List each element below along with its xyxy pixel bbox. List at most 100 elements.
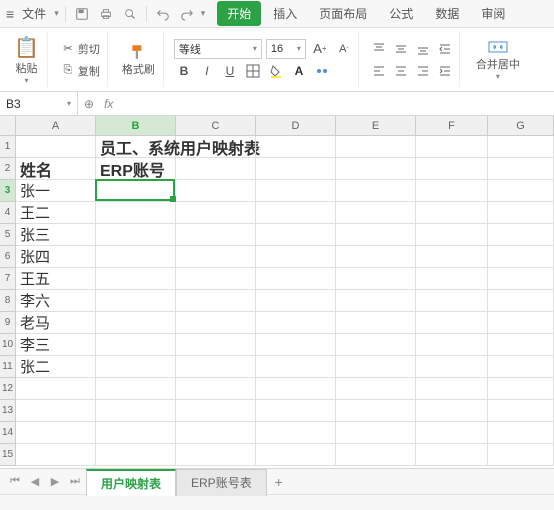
cell[interactable] — [176, 422, 256, 444]
row-header[interactable]: 2 — [0, 158, 16, 180]
cell[interactable] — [416, 400, 488, 422]
row-header[interactable]: 13 — [0, 400, 16, 422]
cell[interactable] — [96, 224, 176, 246]
formula-input[interactable] — [117, 92, 554, 115]
align-left-button[interactable] — [369, 61, 389, 81]
cell[interactable]: 张二 — [16, 356, 96, 378]
cell[interactable] — [96, 312, 176, 334]
cell[interactable] — [488, 356, 554, 378]
row-header[interactable]: 12 — [0, 378, 16, 400]
function-wizard-icon[interactable]: ⊕ — [78, 97, 100, 111]
cell[interactable] — [256, 312, 336, 334]
cell[interactable] — [416, 268, 488, 290]
font-color-button[interactable]: A — [289, 61, 309, 81]
font-size-select[interactable]: 16 ▾ — [266, 39, 306, 59]
cell[interactable] — [416, 356, 488, 378]
align-bottom-button[interactable] — [413, 39, 433, 59]
cell[interactable] — [488, 290, 554, 312]
cell[interactable] — [488, 202, 554, 224]
cell[interactable] — [336, 158, 416, 180]
column-header[interactable]: F — [416, 116, 488, 136]
row-header[interactable]: 4 — [0, 202, 16, 224]
select-all-corner[interactable] — [0, 116, 16, 136]
column-header[interactable]: G — [488, 116, 554, 136]
cell[interactable] — [96, 356, 176, 378]
cell[interactable] — [336, 334, 416, 356]
cell[interactable] — [16, 378, 96, 400]
cell[interactable] — [96, 400, 176, 422]
cell[interactable]: 李六 — [16, 290, 96, 312]
cell[interactable] — [176, 202, 256, 224]
cell[interactable] — [336, 202, 416, 224]
cell[interactable] — [416, 378, 488, 400]
cell[interactable] — [96, 290, 176, 312]
cell[interactable] — [256, 444, 336, 466]
cell[interactable] — [16, 422, 96, 444]
save-icon[interactable] — [72, 7, 92, 21]
row-header[interactable]: 8 — [0, 290, 16, 312]
cell[interactable] — [416, 334, 488, 356]
indent-increase-button[interactable] — [435, 61, 455, 81]
cell[interactable] — [336, 136, 416, 158]
cell[interactable] — [416, 158, 488, 180]
cell[interactable]: 李三 — [16, 334, 96, 356]
cell[interactable] — [176, 334, 256, 356]
cell[interactable] — [336, 422, 416, 444]
cell[interactable] — [416, 202, 488, 224]
cell[interactable] — [256, 268, 336, 290]
sheet-tab[interactable]: 用户映射表 — [86, 469, 176, 496]
row-header[interactable]: 10 — [0, 334, 16, 356]
cell[interactable] — [176, 290, 256, 312]
fill-color-button[interactable] — [266, 61, 286, 81]
ribbon-tab-4[interactable]: 数据 — [425, 1, 469, 26]
row-header[interactable]: 14 — [0, 422, 16, 444]
ribbon-tab-1[interactable]: 插入 — [263, 1, 307, 26]
cell[interactable] — [176, 246, 256, 268]
row-header[interactable]: 15 — [0, 444, 16, 466]
cell[interactable] — [336, 180, 416, 202]
cell[interactable] — [96, 202, 176, 224]
cell[interactable]: 张一 — [16, 180, 96, 202]
bold-button[interactable]: B — [174, 61, 194, 81]
row-header[interactable]: 7 — [0, 268, 16, 290]
effects-button[interactable] — [312, 61, 332, 81]
cell[interactable] — [256, 202, 336, 224]
cell[interactable] — [96, 268, 176, 290]
cell[interactable]: ERP账号 — [96, 158, 176, 180]
ribbon-tab-5[interactable]: 审阅 — [471, 1, 515, 26]
border-button[interactable] — [243, 61, 263, 81]
cell[interactable] — [176, 268, 256, 290]
cell[interactable] — [176, 180, 256, 202]
cell[interactable] — [416, 290, 488, 312]
cell[interactable] — [16, 136, 96, 158]
cell[interactable] — [176, 136, 256, 158]
cell[interactable]: 姓名 — [16, 158, 96, 180]
column-header[interactable]: A — [16, 116, 96, 136]
cell[interactable] — [416, 136, 488, 158]
tab-last-icon[interactable]: ⏭ — [66, 473, 84, 491]
cell[interactable] — [336, 444, 416, 466]
ribbon-tab-3[interactable]: 公式 — [379, 1, 423, 26]
cell[interactable]: 张四 — [16, 246, 96, 268]
cell[interactable] — [176, 356, 256, 378]
cell[interactable] — [256, 290, 336, 312]
undo-icon[interactable] — [153, 7, 173, 21]
file-menu[interactable]: 文件 — [18, 5, 50, 22]
cell[interactable] — [488, 422, 554, 444]
copy-button[interactable]: ⎘ 复制 — [58, 61, 103, 81]
format-painter-button[interactable]: 格式刷 — [118, 41, 159, 79]
cell[interactable] — [488, 312, 554, 334]
cell[interactable] — [488, 400, 554, 422]
cell[interactable] — [336, 312, 416, 334]
cell[interactable] — [416, 180, 488, 202]
column-header[interactable]: C — [176, 116, 256, 136]
cell[interactable] — [16, 444, 96, 466]
cell[interactable] — [256, 334, 336, 356]
align-middle-button[interactable] — [391, 39, 411, 59]
font-name-select[interactable]: 等线 ▾ — [174, 39, 262, 59]
cell[interactable]: 员工、系统用户映射表 — [96, 136, 176, 158]
cell[interactable] — [176, 378, 256, 400]
cell[interactable] — [176, 444, 256, 466]
ribbon-tab-0[interactable]: 开始 — [217, 1, 261, 26]
cell[interactable] — [416, 422, 488, 444]
